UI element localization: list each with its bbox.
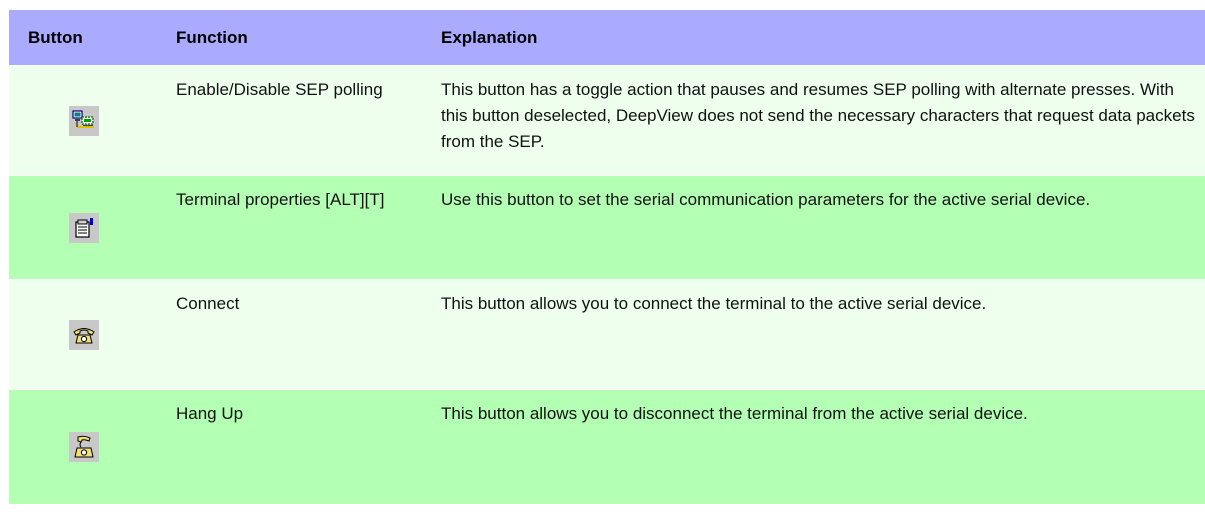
explanation-text: This button allows you to connect the te… <box>441 294 987 313</box>
properties-icon <box>68 212 99 243</box>
phone-connect-icon <box>68 319 99 350</box>
explanation-text: This button has a toggle action that pau… <box>441 80 1195 151</box>
table-row: Hang Up This button allows you to discon… <box>9 390 1205 505</box>
function-text: Connect <box>176 294 240 313</box>
header-function: Function <box>176 27 248 47</box>
header-button: Button <box>28 27 83 47</box>
table-header-row: Button Function Explanation <box>9 10 1205 66</box>
network-polling-icon <box>68 105 99 136</box>
function-text: Enable/Disable SEP polling <box>176 80 383 99</box>
function-text: Hang Up <box>176 404 244 423</box>
table-row: Enable/Disable SEP polling This button h… <box>9 66 1205 176</box>
phone-hangup-icon <box>68 432 99 462</box>
table-row: Connect This button allows you to connec… <box>9 280 1205 390</box>
table-row: Terminal properties [ALT][T] Use this bu… <box>9 176 1205 280</box>
explanation-text: This button allows you to disconnect the… <box>441 404 1028 423</box>
function-text: Terminal properties [ALT][T] <box>176 190 385 209</box>
explanation-text: Use this button to set the serial commun… <box>441 190 1091 209</box>
header-explanation: Explanation <box>441 27 538 47</box>
button-reference-table: Button Function Explanation Enable/Disab… <box>9 10 1205 505</box>
